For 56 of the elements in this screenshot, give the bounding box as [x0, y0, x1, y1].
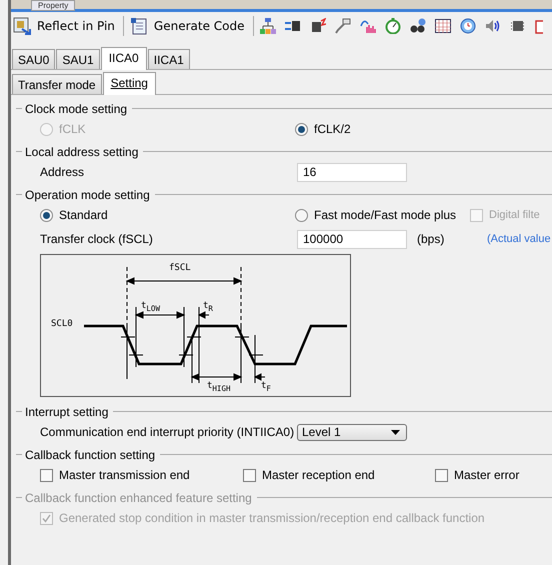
field-label: Communication end interrupt priority (INTIICA0): [40, 425, 295, 439]
tab[interactable]: IICA0: [100, 47, 147, 70]
option-label: Standard: [59, 208, 108, 222]
priority-dropdown[interactable]: Level 1: [297, 424, 407, 440]
tab[interactable]: SAU1: [56, 49, 100, 69]
section-title: Operation mode setting: [25, 188, 150, 202]
hierarchy-icon[interactable]: [260, 18, 276, 34]
diagram-label: t$_{LOW}$: [141, 301, 160, 313]
plug-icon[interactable]: [334, 18, 350, 34]
tab[interactable]: Transfer mode: [12, 74, 102, 94]
diagram-label: SCL0: [51, 319, 73, 329]
section-title: Clock mode setting: [25, 102, 128, 116]
diagram-label: t$_{F}$: [261, 381, 271, 393]
section-title: Callback function enhanced feature setting: [25, 490, 252, 504]
wave-bars-icon[interactable]: [360, 18, 376, 34]
option-label: fCLK/2: [314, 122, 351, 136]
toolbar-icon[interactable]: [534, 18, 542, 34]
diagram-label: t$_{R}$: [203, 301, 213, 313]
radio-button[interactable]: [295, 208, 308, 222]
option-label: Generated stop condition in master transmission/reception end callback function: [59, 511, 485, 525]
checkbox[interactable]: [243, 468, 256, 482]
caret-icon: [391, 430, 400, 434]
option-label: Master transmission end: [59, 468, 190, 482]
address-field[interactable]: 16: [297, 162, 407, 182]
clock-icon[interactable]: [460, 18, 476, 34]
option-label: Digital filte: [489, 209, 540, 221]
tab[interactable]: IICA1: [148, 49, 190, 69]
field-label: Transfer clock (fSCL): [40, 232, 154, 246]
document-icon: [130, 17, 148, 35]
grid-icon[interactable]: [434, 18, 450, 34]
panel-tab[interactable]: Property: [31, 0, 76, 11]
unit-label: (bps): [417, 232, 446, 246]
field-label: Address: [40, 165, 86, 179]
option-label: fCLK: [59, 122, 86, 136]
diagram-label: t$_{HIGH}$: [207, 381, 230, 393]
radio-button[interactable]: [295, 122, 308, 136]
tab[interactable]: Setting: [102, 72, 156, 95]
section-title: Callback function setting: [25, 448, 156, 462]
transfer-clock-field[interactable]: 100000: [297, 230, 407, 248]
option-label: Master error: [454, 468, 520, 482]
chip-icon[interactable]: [310, 18, 326, 34]
stopwatch-icon[interactable]: [384, 18, 400, 34]
toolbar-button[interactable]: Generate Code: [130, 16, 254, 36]
checkbox[interactable]: [40, 468, 53, 482]
section-title: Local address setting: [25, 144, 138, 158]
actual-value-link[interactable]: (Actual value: [487, 233, 551, 245]
diagram-label: fSCL: [169, 263, 191, 273]
tab[interactable]: SAU0: [12, 49, 56, 69]
option-label: Fast mode/Fast mode plus: [314, 208, 456, 222]
radio-button[interactable]: [40, 208, 53, 222]
speaker-icon[interactable]: [484, 18, 500, 34]
option-label: Master reception end: [262, 468, 375, 482]
section-title: Interrupt setting: [25, 404, 108, 418]
chip-icon[interactable]: [510, 18, 526, 34]
toolbar-button[interactable]: Reflect in Pin: [13, 16, 124, 36]
checkbox[interactable]: [435, 468, 448, 482]
